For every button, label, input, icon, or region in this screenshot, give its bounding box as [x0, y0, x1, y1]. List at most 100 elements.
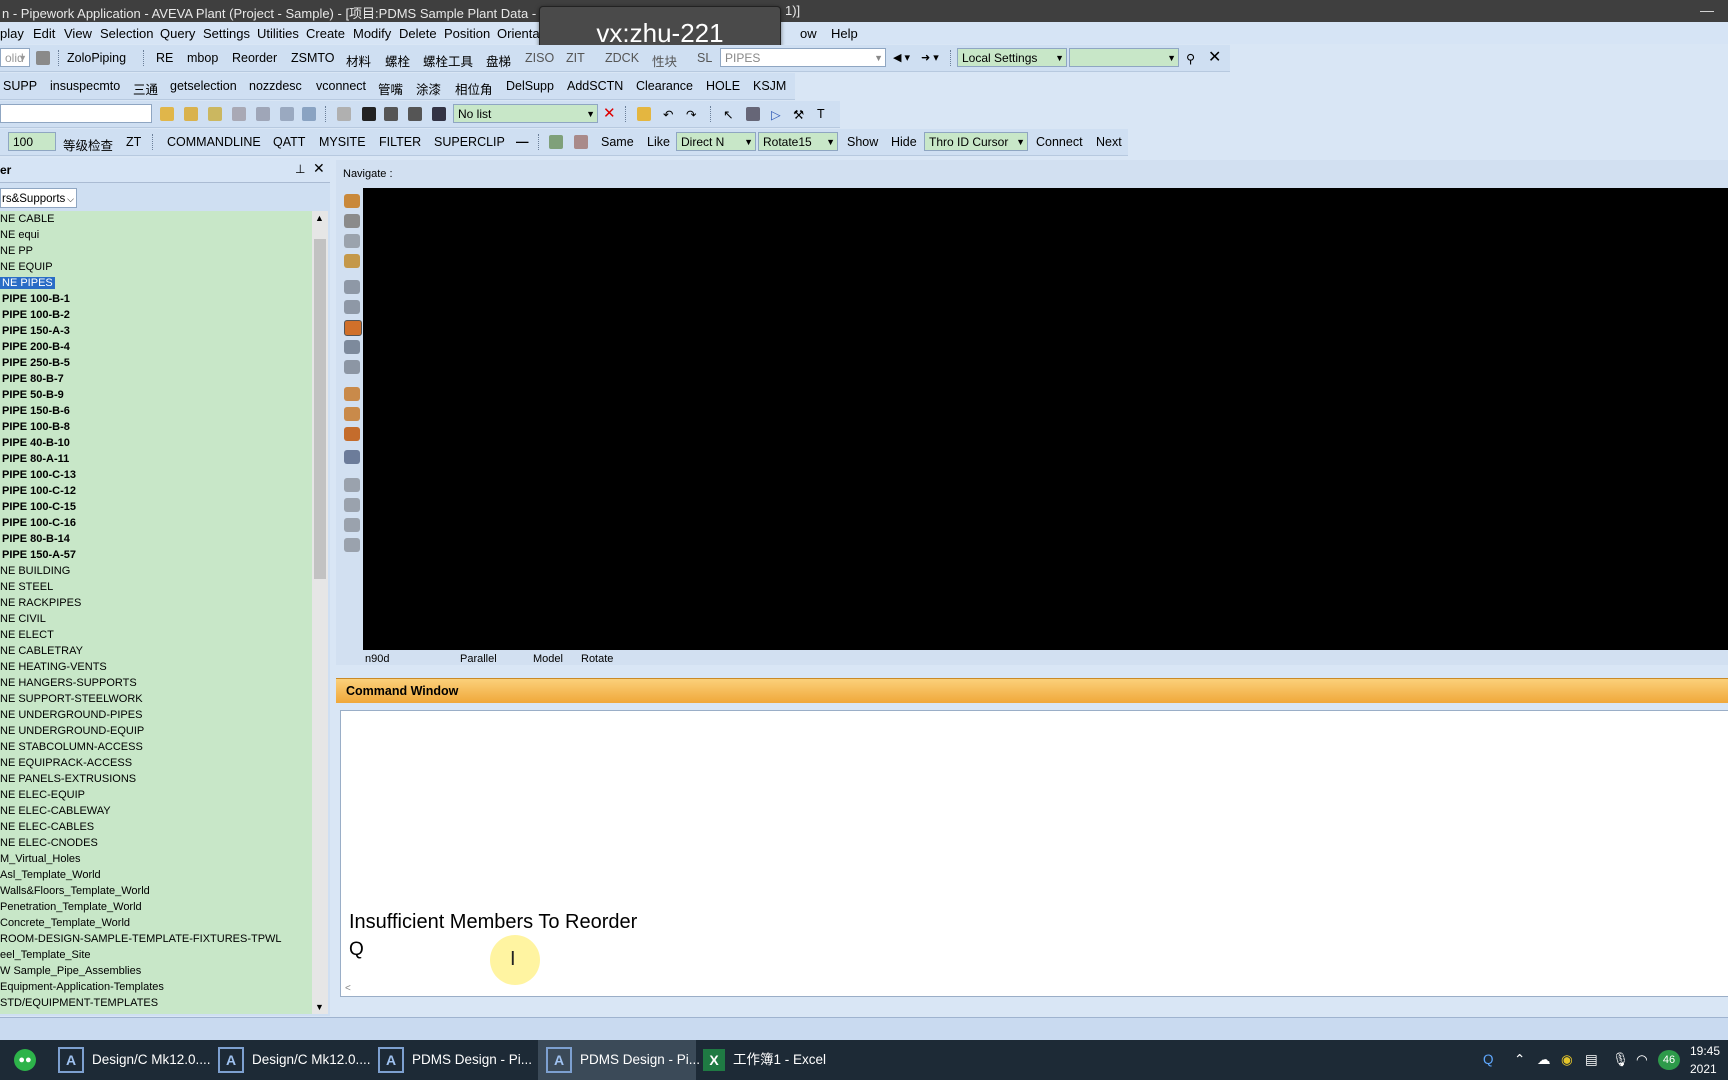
tree-item[interactable]: NE PANELS-EXTRUSIONS — [0, 771, 136, 787]
tree-item[interactable]: STD/EQUIPMENT-TEMPLATES — [0, 995, 158, 1011]
zit-button[interactable]: ZIT — [566, 51, 585, 65]
reorder-button[interactable]: Reorder — [232, 51, 277, 65]
menu-display[interactable]: play — [0, 26, 24, 41]
superclip-button[interactable]: SUPERCLIP — [434, 135, 505, 149]
window-icon[interactable] — [384, 107, 398, 121]
taskbar-item-design-1[interactable]: A Design/C Mk12.0.... — [58, 1040, 211, 1080]
tree-item[interactable]: NE HEATING-VENTS — [0, 659, 107, 675]
menu-view[interactable]: View — [64, 26, 92, 41]
scroll-left-icon[interactable]: < — [345, 983, 351, 994]
tree-item[interactable]: NE STABCOLUMN-ACCESS — [0, 739, 143, 755]
bolt-button[interactable]: 螺栓 — [385, 51, 410, 70]
menu-orientate[interactable]: Orienta — [497, 26, 540, 41]
tree-item[interactable]: W Sample_Pipe_Assemblies — [0, 963, 141, 979]
mysite-button[interactable]: MYSITE — [319, 135, 366, 149]
insuspecmto-button[interactable]: insuspecmto — [50, 79, 120, 93]
pin-icon[interactable]: ⊥ — [295, 162, 305, 176]
component-tool-icon[interactable] — [184, 107, 198, 121]
tree-item[interactable]: NE ELEC-EQUIP — [0, 787, 85, 803]
tree-item[interactable]: PIPE 100-C-12 — [2, 483, 76, 499]
explorer-scrollbar[interactable]: ▲ ▼ — [312, 211, 328, 1014]
taskbar-item-design-2[interactable]: A Design/C Mk12.0.... — [218, 1040, 371, 1080]
ksjm-button[interactable]: KSJM — [753, 79, 786, 93]
blank-combo[interactable]: ▼ — [1069, 48, 1179, 67]
pipe-tool-icon[interactable] — [160, 107, 174, 121]
tree-item[interactable]: M_Virtual_Holes — [0, 851, 81, 867]
tree-item[interactable]: Concrete_Template_World — [0, 915, 130, 931]
tree-item[interactable]: NE equi — [0, 227, 39, 243]
measure-tool-icon[interactable] — [302, 107, 316, 121]
qq-icon[interactable]: Q — [1483, 1040, 1494, 1080]
menu-window[interactable]: ow — [800, 26, 817, 41]
tree-item[interactable]: Walls&Floors_Template_World — [0, 883, 150, 899]
menu-utilities[interactable]: Utilities — [257, 26, 299, 41]
close-explorer-icon[interactable]: ✕ — [313, 160, 325, 177]
flange-tool-icon[interactable] — [208, 107, 222, 121]
tray-app-icon[interactable]: ◉ — [1561, 1040, 1573, 1080]
microphone-icon[interactable]: 🎙 — [1612, 1040, 1629, 1080]
menu-help[interactable]: Help — [831, 26, 858, 41]
zsmto-button[interactable]: ZSMTO — [291, 51, 335, 65]
rotate-view-icon[interactable] — [344, 320, 362, 336]
command-prompt[interactable]: Q — [349, 939, 364, 961]
tree-item[interactable]: NE ELEC-CNODES — [0, 835, 98, 851]
nozzle-button[interactable]: 管嘴 — [378, 79, 403, 98]
connect-button[interactable]: Connect — [1036, 135, 1083, 149]
clock-time[interactable]: 19:45 — [1690, 1044, 1720, 1058]
fly-icon[interactable] — [344, 360, 360, 374]
explode-icon[interactable] — [637, 107, 651, 121]
wechat-icon[interactable]: ●● — [14, 1040, 44, 1080]
keyboard-icon[interactable]: ▤ — [1585, 1040, 1598, 1080]
frame-icon[interactable] — [408, 107, 422, 121]
elbow-tool-icon[interactable] — [232, 107, 246, 121]
filter-button[interactable]: FILTER — [379, 135, 421, 149]
re-button[interactable]: RE — [156, 51, 173, 65]
tree-item[interactable]: PIPE 150-A-57 — [2, 547, 76, 563]
play-icon[interactable]: ▷ — [771, 107, 781, 122]
paint-button[interactable]: 涂漆 — [416, 79, 441, 98]
taskbar-item-pdms-2[interactable]: A PDMS Design - Pi... — [538, 1040, 700, 1080]
tree-item[interactable]: NE UNDERGROUND-PIPES — [0, 707, 142, 723]
ziso-button[interactable]: ZISO — [525, 51, 554, 65]
tree-item[interactable]: NE EQUIPRACK-ACCESS — [0, 755, 132, 771]
minimize-button[interactable]: — — [1700, 2, 1714, 18]
tee-button[interactable]: 三通 — [133, 79, 158, 98]
menu-query[interactable]: Query — [160, 26, 195, 41]
commandline-button[interactable]: COMMANDLINE — [167, 135, 261, 149]
delsupp-button[interactable]: DelSupp — [506, 79, 554, 93]
ladder-button[interactable]: 盘梯 — [486, 51, 511, 70]
saved-view-2-icon[interactable] — [344, 498, 360, 512]
tree-item[interactable]: NE EQUIP — [0, 259, 53, 275]
tree-item[interactable]: PIPE 150-A-3 — [2, 323, 70, 339]
explorer-filter-combo[interactable]: rs&Supports ⌵ — [0, 188, 77, 208]
delete-icon[interactable]: ✕ — [603, 104, 616, 122]
grade-check-button[interactable]: 等级检查 — [63, 135, 113, 154]
tree-item[interactable]: NE CABLETRAY — [0, 643, 83, 659]
text-icon[interactable]: T — [817, 107, 825, 121]
tree-item[interactable]: NE SUPPORT-STEELWORK — [0, 691, 143, 707]
tree-item[interactable]: PIPE 100-C-13 — [2, 467, 76, 483]
onedrive-icon[interactable]: ☁ — [1537, 1040, 1551, 1080]
look-icon[interactable] — [344, 254, 360, 268]
zoom-in-icon[interactable] — [344, 280, 360, 294]
direction-combo[interactable]: Direct N ▼ — [676, 132, 756, 151]
redo-icon[interactable]: ↷ — [686, 107, 696, 122]
tree-item[interactable]: NE CIVIL — [0, 611, 46, 627]
next-button[interactable]: Next — [1096, 135, 1122, 149]
tree-item[interactable]: PIPE 100-B-2 — [2, 307, 70, 323]
forward-arrow-icon[interactable]: ➜ ▾ — [921, 51, 939, 64]
menu-edit[interactable]: Edit — [33, 26, 55, 41]
tree-item[interactable]: NE ELEC-CABLEWAY — [0, 803, 111, 819]
line-tool-icon[interactable] — [280, 107, 294, 121]
command-window-output[interactable]: Insufficient Members To Reorder Q < — [340, 710, 1728, 997]
tree-item[interactable]: NE HANGERS-SUPPORTS — [0, 675, 137, 691]
scrollbar-thumb[interactable] — [314, 239, 326, 579]
3d-viewport[interactable] — [363, 188, 1728, 650]
hide-button[interactable]: Hide — [891, 135, 917, 149]
mbop-button[interactable]: mbop — [187, 51, 218, 65]
taskbar-item-pdms-1[interactable]: A PDMS Design - Pi... — [378, 1040, 532, 1080]
menu-position[interactable]: Position — [444, 26, 490, 41]
bolt-tool-button[interactable]: 螺栓工具 — [423, 51, 473, 70]
tag-icon[interactable]: ⚒ — [793, 107, 804, 122]
save-icon[interactable] — [362, 107, 376, 121]
